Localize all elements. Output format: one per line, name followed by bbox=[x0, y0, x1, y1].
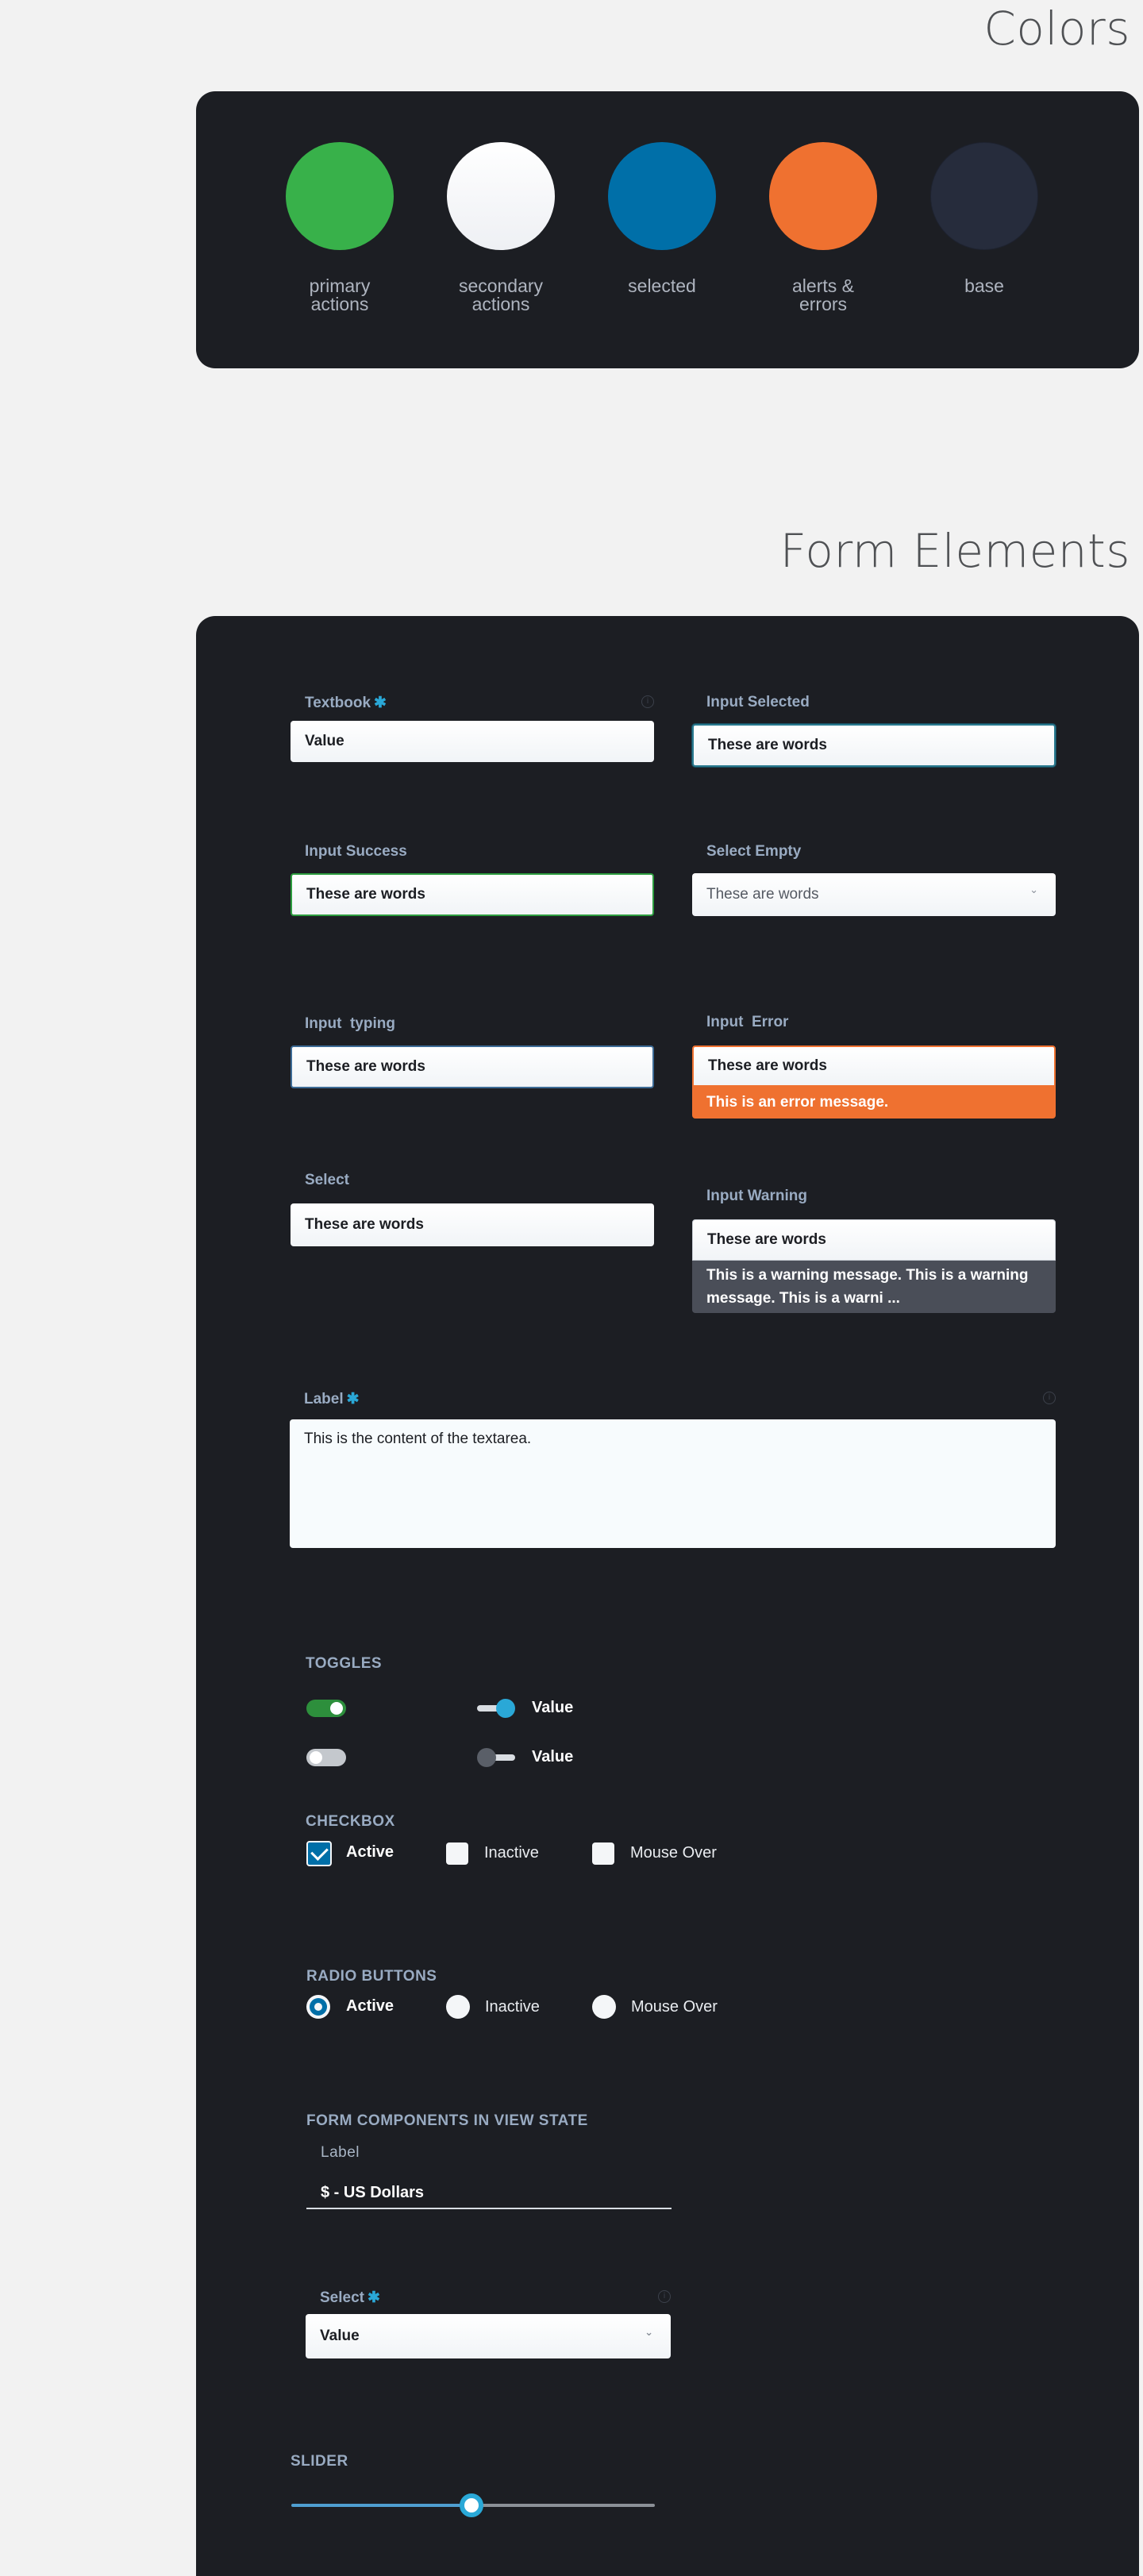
swatch-label: base bbox=[964, 275, 1004, 296]
radio-active[interactable] bbox=[306, 1995, 330, 2019]
toggle-knob bbox=[477, 1748, 496, 1767]
view-state-heading: FORM COMPONENTS IN VIEW STATE bbox=[306, 2112, 588, 2129]
toggle-label: Value bbox=[532, 1748, 574, 1765]
select-required-field: Select ✱ i Value ⌄ bbox=[306, 2289, 671, 2368]
chevron-down-icon: ⌄ bbox=[645, 2327, 653, 2339]
info-icon[interactable]: i bbox=[1043, 1392, 1056, 1404]
input-typing-field: Input typing These are words bbox=[291, 1015, 654, 1095]
input-error-field: Input Error These are words This is an e… bbox=[692, 1014, 1056, 1125]
field-label-text: Label bbox=[304, 1391, 344, 1407]
field-label: Input Error bbox=[706, 1014, 789, 1030]
select-field: Select These are words bbox=[291, 1172, 654, 1251]
slider-track-remaining bbox=[471, 2504, 655, 2507]
checkbox-label: Mouse Over bbox=[630, 1844, 717, 1862]
checkbox-mouse-over[interactable] bbox=[592, 1842, 614, 1865]
swatch-label: alerts & errors bbox=[792, 275, 854, 314]
field-label: Input Warning bbox=[706, 1188, 807, 1204]
input-success-input[interactable]: These are words bbox=[291, 873, 654, 916]
field-label: Select bbox=[305, 1172, 349, 1188]
checkbox-inactive[interactable] bbox=[446, 1842, 468, 1865]
view-state-label: Label bbox=[321, 2144, 360, 2161]
toggle-knob bbox=[310, 1751, 322, 1764]
view-state-value: $ - US Dollars bbox=[321, 2184, 425, 2201]
chevron-down-icon: ⌄ bbox=[1029, 884, 1038, 896]
swatch-circle bbox=[447, 142, 555, 250]
toggle-slider-off[interactable] bbox=[475, 1746, 517, 1769]
radio-label: Inactive bbox=[485, 1998, 540, 2016]
field-label-text: Select bbox=[320, 2289, 364, 2306]
swatch-base: base bbox=[930, 142, 1038, 295]
field-label-text: Textbook bbox=[305, 695, 371, 711]
field-label: Select Empty bbox=[706, 843, 802, 860]
field-label: Input typing bbox=[305, 1015, 395, 1032]
radio-label: Mouse Over bbox=[631, 1998, 718, 2016]
input-typing-input[interactable]: These are words bbox=[291, 1045, 654, 1088]
toggle-switch-on[interactable] bbox=[306, 1697, 347, 1719]
select-empty-field: Select Empty These are words ⌄ bbox=[692, 843, 1056, 922]
toggle-knob bbox=[496, 1699, 515, 1718]
slider-track-filled bbox=[291, 2504, 471, 2507]
swatch-circle bbox=[769, 142, 877, 250]
select-empty-value: These are words bbox=[706, 886, 819, 903]
info-icon[interactable]: i bbox=[641, 695, 654, 708]
select-dropdown[interactable]: These are words bbox=[291, 1203, 654, 1246]
radio-mouse-over[interactable] bbox=[592, 1995, 616, 2019]
toggle-label: Value bbox=[532, 1699, 574, 1716]
swatch-circle bbox=[286, 142, 394, 250]
textbook-input[interactable]: Value bbox=[291, 721, 654, 762]
slider-heading: SLIDER bbox=[291, 2453, 348, 2470]
toggle-switch-off[interactable] bbox=[306, 1746, 347, 1769]
radio-inactive[interactable] bbox=[446, 1995, 470, 2019]
swatch-circle bbox=[608, 142, 716, 250]
toggle-knob bbox=[330, 1702, 343, 1715]
form-elements-title: Form Elements bbox=[779, 524, 1130, 578]
field-label: Select ✱ bbox=[320, 2289, 380, 2307]
textarea-input[interactable]: This is the content of the textarea. bbox=[290, 1419, 1056, 1548]
checkbox-label: Inactive bbox=[484, 1844, 539, 1862]
swatch-secondary-actions: secondary actions bbox=[447, 142, 555, 314]
input-success-field: Input Success These are words bbox=[291, 843, 654, 922]
input-selected-input[interactable]: These are words bbox=[692, 724, 1056, 767]
select-required-value: Value bbox=[320, 2328, 360, 2344]
textarea-field: Label ✱ i This is the content of the text… bbox=[290, 1390, 1056, 1549]
field-label: Input Selected bbox=[706, 694, 810, 710]
swatch-selected: selected bbox=[608, 142, 716, 295]
info-icon[interactable]: i bbox=[658, 2290, 671, 2303]
swatch-primary-actions: primary actions bbox=[286, 142, 394, 314]
slider[interactable] bbox=[291, 2491, 655, 2520]
swatch-circle bbox=[930, 142, 1038, 250]
swatch-label: secondary actions bbox=[458, 275, 544, 314]
swatch-label: primary actions bbox=[309, 275, 371, 314]
input-selected-field: Input Selected These are words bbox=[692, 694, 1056, 773]
required-icon: ✱ bbox=[367, 2289, 380, 2306]
swatch-alerts-errors: alerts & errors bbox=[769, 142, 877, 314]
error-message: This is an error message. bbox=[692, 1087, 1056, 1119]
checkbox-heading: CHECKBOX bbox=[306, 1813, 395, 1830]
required-icon: ✱ bbox=[346, 1391, 360, 1407]
select-empty-dropdown[interactable]: These are words ⌄ bbox=[692, 873, 1056, 916]
toggles-heading: TOGGLES bbox=[306, 1655, 383, 1672]
textbook-field: Textbook ✱ i Value bbox=[291, 694, 654, 773]
colors-title: Colors bbox=[983, 2, 1130, 56]
field-label: Input Success bbox=[305, 843, 407, 860]
slider-thumb[interactable] bbox=[460, 2493, 483, 2517]
checkbox-label: Active bbox=[346, 1843, 394, 1861]
swatch-label: selected bbox=[628, 275, 696, 296]
input-warning-input[interactable]: These are words bbox=[692, 1219, 1056, 1261]
colors-panel: primary actions secondary actions select… bbox=[196, 91, 1139, 368]
radio-heading: RADIO BUTTONS bbox=[306, 1968, 437, 1985]
select-required-dropdown[interactable]: Value ⌄ bbox=[306, 2314, 671, 2358]
form-elements-panel: Textbook ✱ i Value Input Selected These a… bbox=[196, 616, 1139, 2576]
toggle-slider-on[interactable] bbox=[475, 1697, 517, 1719]
input-warning-field: Input Warning These are words This is a … bbox=[692, 1188, 1056, 1315]
field-label: Label ✱ bbox=[304, 1390, 360, 1408]
required-icon: ✱ bbox=[374, 695, 387, 711]
checkbox-active[interactable] bbox=[306, 1841, 332, 1866]
warning-message: This is a warning message. This is a war… bbox=[692, 1261, 1056, 1313]
field-label: Textbook ✱ bbox=[305, 694, 387, 712]
radio-label: Active bbox=[346, 1997, 394, 2015]
view-state-underline bbox=[306, 2208, 672, 2209]
input-error-input[interactable]: These are words bbox=[692, 1045, 1056, 1087]
